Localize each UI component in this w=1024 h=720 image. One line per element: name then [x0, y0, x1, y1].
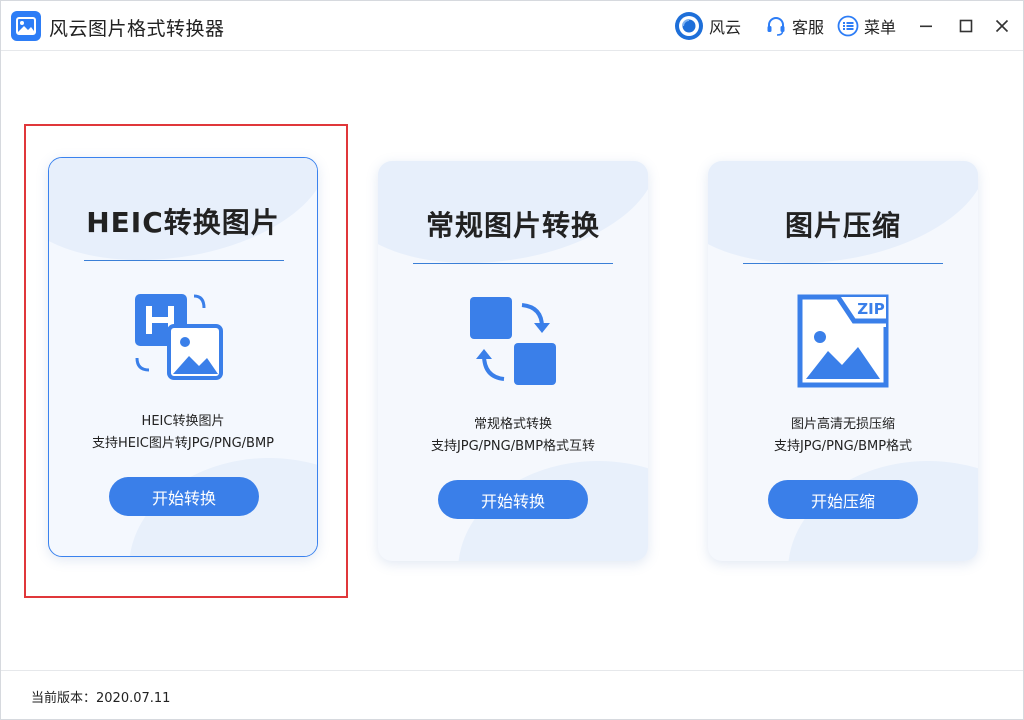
heic-convert-icon [135, 294, 223, 380]
zip-image-icon: ZIP [797, 294, 889, 388]
customer-service-button[interactable]: 客服 [765, 12, 824, 40]
main-area: HEIC转换图片 HEIC转换图片 支持HEIC图片转JPG/PNG/BMP 开… [1, 52, 1023, 670]
card-divider [743, 263, 943, 264]
headset-icon [767, 17, 785, 36]
card-image-compress[interactable]: 图片压缩 ZIP 图片高清无损压缩 支持JPG/PNG/BMP格式 开始压缩 [708, 161, 978, 561]
format-swap-icon [470, 297, 556, 385]
start-heic-convert-button[interactable]: 开始转换 [109, 477, 259, 516]
close-button[interactable] [989, 13, 1015, 39]
card-divider [84, 260, 284, 261]
brand-label: 风云 [709, 18, 742, 37]
service-label: 客服 [792, 18, 825, 37]
menu-list-icon [837, 15, 859, 37]
minimize-icon [920, 25, 932, 28]
start-format-convert-button[interactable]: 开始转换 [438, 480, 588, 519]
card-title: 图片压缩 [784, 209, 901, 242]
minimize-button[interactable] [913, 13, 939, 39]
start-compress-button[interactable]: 开始压缩 [768, 480, 918, 519]
app-logo-icon [11, 11, 41, 41]
zip-label: ZIP [857, 300, 884, 318]
card-description-line2: 支持HEIC图片转JPG/PNG/BMP [91, 436, 275, 451]
card-description-line2: 支持JPG/PNG/BMP格式 [773, 439, 913, 454]
card-description-line1: 常规格式转换 [473, 417, 552, 432]
card-description-line2: 支持JPG/PNG/BMP格式互转 [430, 439, 596, 454]
maximize-button[interactable] [953, 13, 979, 39]
card-divider [413, 263, 613, 264]
menu-button[interactable]: 菜单 [837, 12, 896, 40]
version-text: 当前版本：2020.07.11 [31, 691, 171, 706]
card-heic-convert[interactable]: HEIC转换图片 HEIC转换图片 支持HEIC图片转JPG/PNG/BMP 开… [48, 157, 318, 557]
card-format-convert[interactable]: 常规图片转换 常规格式转换 支持JPG/PNG/BMP格式互转 开始转换 [378, 161, 648, 561]
brand-logo-icon [675, 12, 703, 40]
card-title: 常规图片转换 [425, 209, 600, 242]
menu-label: 菜单 [864, 18, 897, 37]
card-description-line1: 图片高清无损压缩 [790, 417, 895, 432]
card-description-line1: HEIC转换图片 [141, 414, 225, 429]
brand-button[interactable]: 风云 [674, 12, 741, 40]
card-title: HEIC转换图片 [86, 206, 280, 239]
status-bar: 当前版本：2020.07.11 [1, 670, 1023, 719]
app-title: 风云图片格式转换器 [49, 18, 225, 40]
close-icon [995, 19, 1009, 33]
app-window: 风云图片格式转换器 风云 客服 菜单 HEIC转换图片 HEIC转换图片 支持H… [0, 0, 1024, 720]
title-bar: 风云图片格式转换器 风云 客服 菜单 [1, 1, 1023, 51]
maximize-icon [959, 19, 973, 33]
